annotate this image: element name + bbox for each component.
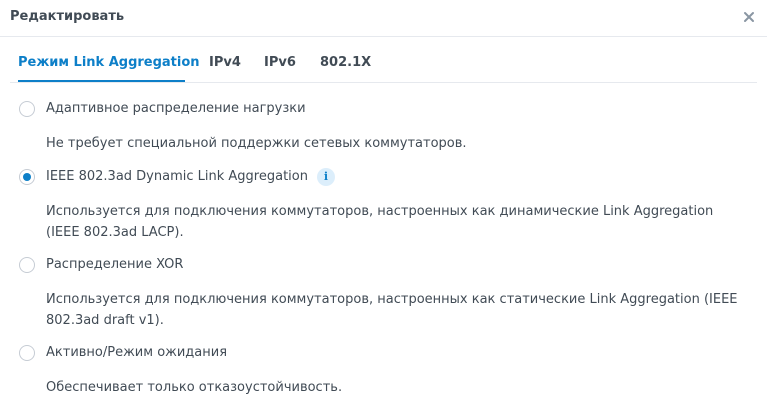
option-label: Адаптивное распределение нагрузки xyxy=(46,101,306,116)
option-description: Не требует специальной поддержки сетевых… xyxy=(46,136,467,151)
tab-link-aggregation[interactable]: Режим Link Aggregation xyxy=(18,55,200,70)
info-icon[interactable]: i xyxy=(317,168,335,186)
radio-active-backup[interactable] xyxy=(19,345,35,361)
active-tab-indicator xyxy=(18,80,185,82)
option-label: IEEE 802.3ad Dynamic Link Aggregation xyxy=(46,169,308,184)
option-label: Распределение XOR xyxy=(46,257,184,272)
option-label: Активно/Режим ожидания xyxy=(46,345,228,360)
option-description: Обеспечивает только отказоустойчивость. xyxy=(46,380,343,395)
radio-xor[interactable] xyxy=(19,257,35,273)
close-icon xyxy=(744,12,754,22)
close-button[interactable] xyxy=(741,9,757,25)
tab-ipv4[interactable]: IPv4 xyxy=(209,55,241,70)
tab-bar: Режим Link Aggregation IPv4 IPv6 802.1X xyxy=(10,37,757,83)
radio-ieee-8023ad[interactable] xyxy=(19,169,35,185)
tab-ipv6[interactable]: IPv6 xyxy=(264,55,296,70)
dialog-title: Редактировать xyxy=(10,9,125,24)
info-glyph: i xyxy=(323,170,329,183)
option-description: Используется для подключения коммутаторо… xyxy=(46,204,714,240)
edit-dialog: Редактировать Режим Link Aggregation IPv… xyxy=(0,0,767,418)
dialog-header: Редактировать xyxy=(0,0,767,37)
radio-adaptive-load-balancing[interactable] xyxy=(19,101,35,117)
option-description: Используется для подключения коммутаторо… xyxy=(46,292,738,328)
tab-8021x[interactable]: 802.1X xyxy=(320,55,371,70)
